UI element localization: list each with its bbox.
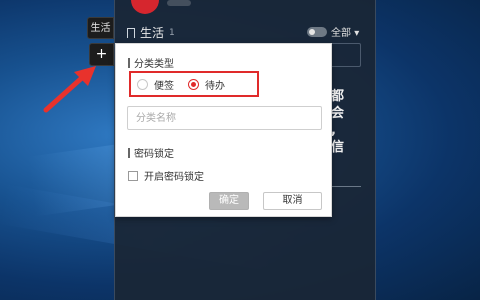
app-logo	[131, 0, 159, 14]
bookmark-icon	[127, 27, 135, 38]
note-preview-line: 会	[331, 106, 345, 121]
note-preview: 都 会 , 信	[331, 88, 361, 156]
radio-label-todo: 待办	[205, 80, 225, 92]
section-bar	[128, 147, 130, 158]
password-lock-option[interactable]: 开启密码锁定	[128, 168, 204, 183]
add-category-button[interactable]: +	[89, 43, 114, 66]
category-tab-life[interactable]: 生活	[87, 17, 114, 39]
note-preview-line: 信	[331, 140, 345, 155]
section-bar	[128, 57, 130, 68]
filter-label: 全部	[331, 28, 351, 39]
category-type-radio-group: 便签 待办	[129, 71, 259, 97]
confirm-button[interactable]: 确定	[209, 192, 249, 210]
radio-label-note: 便签	[154, 80, 174, 92]
category-type-label: 分类类型	[134, 59, 174, 70]
note-count: 1	[169, 27, 175, 38]
filter-dropdown[interactable]: 全部 ▾	[331, 24, 359, 39]
password-lock-checkbox[interactable]	[128, 170, 138, 181]
note-preview-line: 都	[331, 89, 345, 104]
chevron-down-icon: ▾	[354, 28, 360, 39]
note-preview-line: ,	[331, 123, 336, 138]
panel-header: 生活 1	[127, 24, 175, 41]
category-type-section: 分类类型	[128, 55, 174, 70]
filter-toggle[interactable]	[307, 27, 327, 37]
red-arrow-annotation	[43, 66, 96, 113]
new-category-dialog: 分类类型 便签 待办 密码锁定 开启密码锁定 确定 取消	[115, 43, 332, 217]
radio-button-todo[interactable]	[188, 78, 199, 90]
lock-section: 密码锁定	[128, 145, 174, 160]
cancel-button[interactable]: 取消	[263, 192, 322, 210]
password-lock-label: 开启密码锁定	[144, 172, 204, 183]
radio-button-note[interactable]	[137, 78, 148, 90]
radio-option-note[interactable]: 便签	[137, 77, 174, 92]
top-truncated-text	[167, 0, 191, 6]
panel-title: 生活	[140, 26, 165, 40]
category-name-input[interactable]	[127, 106, 322, 130]
radio-option-todo[interactable]: 待办	[188, 77, 225, 92]
lock-section-label: 密码锁定	[134, 149, 174, 160]
